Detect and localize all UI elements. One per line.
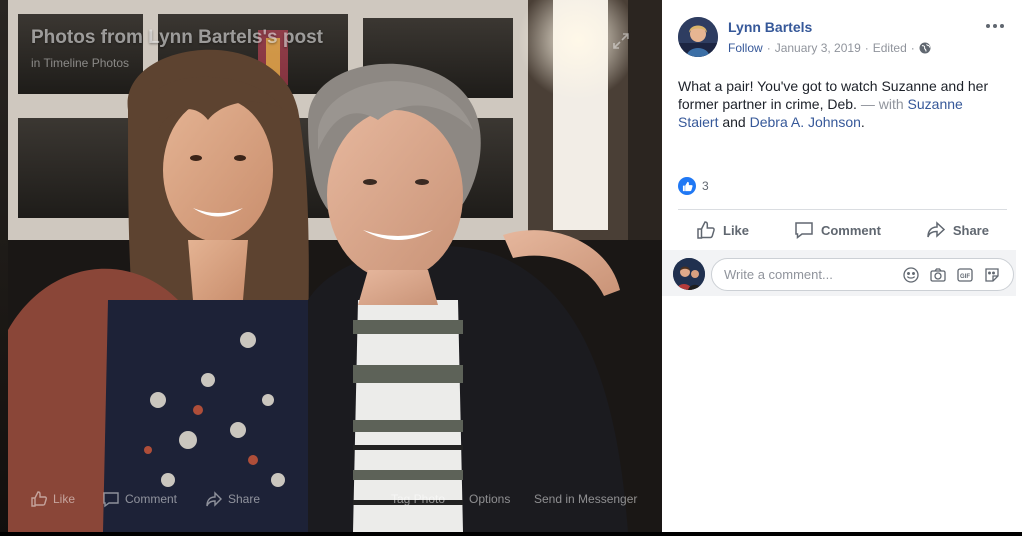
photo-theater: Photos from Lynn Bartels's post in Timel… bbox=[0, 0, 1022, 536]
photo-share-button[interactable]: Share bbox=[205, 490, 260, 508]
options-button[interactable]: Options bbox=[469, 492, 510, 506]
globe-icon[interactable] bbox=[919, 42, 931, 54]
comment-tools: GIF bbox=[902, 266, 1001, 284]
meta-separator: · bbox=[766, 41, 771, 55]
tagged-user-debra[interactable]: Debra A. Johnson bbox=[750, 114, 861, 130]
viewer-avatar[interactable] bbox=[673, 258, 705, 290]
share-button[interactable]: Share bbox=[908, 220, 1007, 240]
thumbs-up-icon bbox=[31, 491, 47, 507]
author-name-link[interactable]: Lynn Bartels bbox=[728, 19, 812, 35]
like-button[interactable]: Like bbox=[678, 220, 767, 240]
follow-link[interactable]: Follow bbox=[728, 41, 763, 55]
comment-button[interactable]: Comment bbox=[776, 220, 899, 240]
gif-icon[interactable]: GIF bbox=[956, 266, 974, 284]
photo-like-button[interactable]: Like bbox=[30, 490, 75, 508]
author-avatar[interactable] bbox=[678, 17, 718, 57]
meta-separator: · bbox=[910, 41, 915, 55]
sidebar-edge bbox=[1016, 0, 1022, 536]
more-options-icon[interactable] bbox=[986, 18, 1006, 34]
like-label: Like bbox=[723, 222, 750, 238]
tag-photo-button[interactable]: Tag Photo bbox=[391, 492, 445, 506]
comment-input[interactable] bbox=[724, 267, 899, 282]
comment-label: Comment bbox=[820, 222, 881, 238]
photo-comment-label: Comment bbox=[125, 492, 178, 506]
sticker-icon[interactable] bbox=[983, 266, 1001, 284]
post-meta: Follow · January 3, 2019 · Edited · bbox=[728, 41, 931, 55]
share-icon bbox=[206, 491, 222, 507]
photo-like-label: Like bbox=[53, 492, 76, 506]
and-label: and bbox=[722, 114, 746, 130]
photo-stage[interactable]: Photos from Lynn Bartels's post in Timel… bbox=[0, 0, 662, 536]
thumbs-up-icon bbox=[697, 221, 715, 239]
photo-overlay-title[interactable]: Photos from Lynn Bartels's post bbox=[31, 27, 323, 49]
comment-icon bbox=[795, 222, 813, 240]
divider bbox=[678, 209, 1007, 210]
bottom-strip bbox=[0, 532, 1022, 536]
photo-overlay-subtitle[interactable]: in Timeline Photos bbox=[31, 56, 129, 70]
photo-share-label: Share bbox=[228, 492, 261, 506]
comment-icon bbox=[103, 492, 119, 508]
comment-box[interactable]: GIF bbox=[711, 258, 1014, 291]
reaction-summary[interactable]: 3 bbox=[678, 177, 709, 195]
fullscreen-icon[interactable] bbox=[612, 32, 630, 50]
post-period: . bbox=[860, 114, 865, 130]
send-in-messenger-button[interactable]: Send in Messenger bbox=[534, 492, 637, 506]
meta-separator: · bbox=[864, 41, 869, 55]
share-icon bbox=[927, 221, 945, 238]
share-label: Share bbox=[952, 222, 989, 238]
emoji-icon[interactable] bbox=[902, 266, 920, 284]
reaction-count: 3 bbox=[702, 179, 709, 193]
post-photo[interactable] bbox=[8, 0, 662, 532]
photo-comment-button[interactable]: Comment bbox=[102, 490, 177, 508]
post-message: What a pair! You've got to watch Suzanne… bbox=[678, 77, 998, 131]
post-date-link[interactable]: January 3, 2019 bbox=[775, 41, 861, 55]
edited-label[interactable]: Edited bbox=[873, 41, 907, 55]
post-actions: Like Comment Share bbox=[678, 214, 1007, 246]
with-label: — with bbox=[860, 96, 904, 112]
svg-text:GIF: GIF bbox=[960, 274, 970, 280]
like-reaction-icon bbox=[678, 177, 696, 195]
camera-icon[interactable] bbox=[929, 266, 947, 284]
